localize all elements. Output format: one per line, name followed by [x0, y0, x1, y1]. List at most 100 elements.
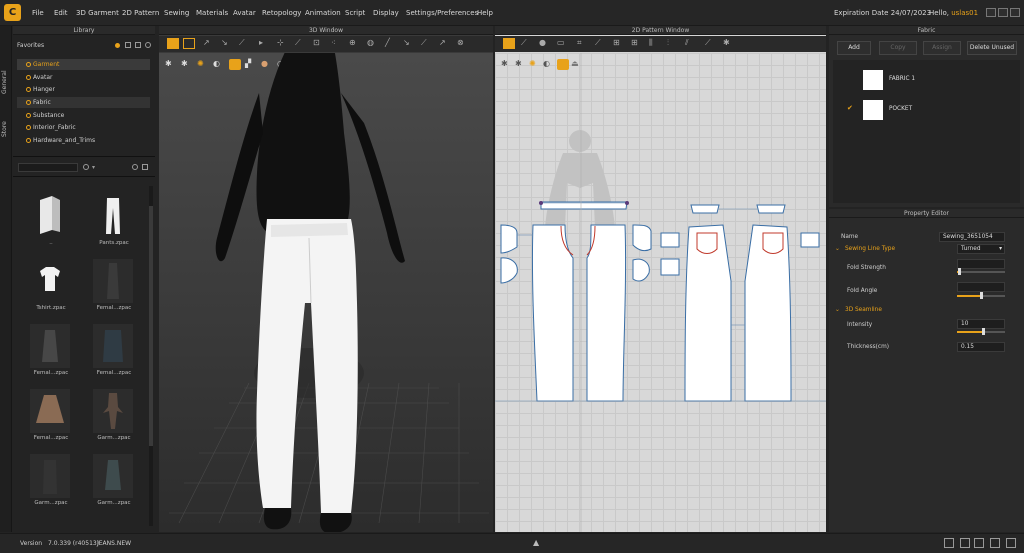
- menu-display[interactable]: Display: [373, 0, 399, 26]
- library-item-substance[interactable]: Substance: [17, 110, 150, 121]
- seam-icon[interactable]: ◍: [367, 38, 379, 49]
- library-item-fabric[interactable]: Fabric: [17, 97, 150, 108]
- library-item-hardware[interactable]: Hardware_and_Trims: [17, 135, 150, 146]
- tab-general[interactable]: General: [1, 62, 11, 102]
- polygon-icon[interactable]: ⌗: [577, 38, 589, 49]
- avatar-measure-icon[interactable]: ⊕: [349, 38, 361, 49]
- thumb-parent-folder[interactable]: ..: [25, 194, 77, 256]
- select-mesh-icon[interactable]: [167, 38, 179, 49]
- layout-fit-icon[interactable]: [1006, 538, 1016, 548]
- brush-icon[interactable]: ⟋: [239, 38, 251, 49]
- menu-retopology[interactable]: Retopology: [262, 0, 301, 26]
- menu-help[interactable]: Help: [477, 0, 493, 26]
- menu-3d-garment[interactable]: 3D Garment: [76, 0, 119, 26]
- fold-icon[interactable]: ▸: [259, 38, 271, 49]
- edit-pattern-icon[interactable]: [503, 38, 515, 49]
- export-icon[interactable]: [125, 42, 131, 48]
- circle-icon[interactable]: ●: [539, 38, 551, 49]
- thumb-garment-2[interactable]: Garm...zpac: [25, 454, 77, 516]
- 3d-window[interactable]: 3D Window ↗ ↘ ⟋ ▸ ⊹ ⟋ ⊡ ⁖ ⊕ ◍ ╱ ↘ ⟋ ↗ ⊗ …: [159, 26, 493, 532]
- free-sewing-icon[interactable]: ⊞: [631, 38, 643, 49]
- zipper-icon[interactable]: ↗: [439, 38, 451, 49]
- chevron-down-icon[interactable]: ⌄: [835, 242, 840, 256]
- chevron-up-icon[interactable]: ▲: [533, 538, 539, 547]
- add-folder-icon[interactable]: [135, 42, 141, 48]
- 3d-viewport[interactable]: ✱ ✱ ✺ ◐ ▞ ● ◑ ⏏: [159, 53, 493, 532]
- menu-settings[interactable]: Settings/Preferences: [406, 0, 478, 26]
- slider-knob[interactable]: [958, 268, 962, 275]
- thumb-female-2[interactable]: Femal...zpac: [25, 324, 77, 386]
- menu-animation[interactable]: Animation: [305, 0, 341, 26]
- thumb-female-3[interactable]: Femal...zpac: [88, 324, 140, 386]
- close-window-button[interactable]: [1010, 8, 1020, 17]
- menu-2d-pattern[interactable]: 2D Pattern: [122, 0, 159, 26]
- minimize-button[interactable]: [986, 8, 996, 17]
- tab-store[interactable]: Store: [1, 114, 11, 144]
- segment-sewing-icon[interactable]: ⊞: [613, 38, 625, 49]
- thumb-female-4[interactable]: Femal...zpac: [25, 389, 77, 451]
- refresh-icon[interactable]: [132, 164, 138, 170]
- menu-script[interactable]: Script: [345, 0, 365, 26]
- layout-3d-icon[interactable]: [974, 538, 984, 548]
- fold-strength-input[interactable]: [957, 259, 1005, 269]
- chevron-down-icon[interactable]: ▾: [92, 164, 95, 171]
- menu-edit[interactable]: Edit: [54, 0, 68, 26]
- thumb-tshirt[interactable]: Tshirt.zpac: [25, 259, 77, 321]
- slider-knob[interactable]: [980, 292, 983, 299]
- layout-2d-icon[interactable]: [990, 538, 1000, 548]
- delete-unused-button[interactable]: Delete Unused: [967, 41, 1017, 55]
- menu-materials[interactable]: Materials: [196, 0, 228, 26]
- menu-avatar[interactable]: Avatar: [233, 0, 256, 26]
- name-input[interactable]: Sewing_3651054: [939, 232, 1005, 242]
- sewing-line-type-select[interactable]: Turned ▾: [957, 244, 1005, 254]
- line-icon[interactable]: ╱: [385, 38, 397, 49]
- library-item-avatar[interactable]: Avatar: [17, 72, 150, 83]
- slider-knob[interactable]: [982, 328, 986, 335]
- library-scrollbar[interactable]: [149, 186, 153, 526]
- add-fabric-button[interactable]: Add: [837, 41, 871, 55]
- library-item-interior-fabric[interactable]: Interior_Fabric: [17, 122, 150, 133]
- fabric-item-fabric-1[interactable]: FABRIC 1: [833, 66, 1020, 92]
- thickness-input[interactable]: 0.15: [957, 342, 1005, 352]
- curve-icon[interactable]: ⟋: [595, 38, 607, 49]
- fabric-item-pocket[interactable]: ✔ POCKET: [833, 96, 1020, 122]
- fold-angle-slider[interactable]: [957, 292, 1005, 299]
- library-item-hanger[interactable]: Hanger: [17, 84, 150, 95]
- thumb-garment-3[interactable]: Garm...zpac: [88, 454, 140, 516]
- library-search-input[interactable]: [18, 163, 78, 172]
- library-item-garment[interactable]: Garment: [17, 59, 150, 70]
- ruler-icon[interactable]: ↘: [403, 38, 415, 49]
- maximize-button[interactable]: [998, 8, 1008, 17]
- points-icon[interactable]: ⁖: [331, 38, 343, 49]
- thumb-garment-1[interactable]: Garm...zpac: [88, 389, 140, 451]
- refresh-icon[interactable]: [145, 42, 151, 48]
- menu-file[interactable]: File: [32, 0, 44, 26]
- favorite-star-icon[interactable]: [115, 43, 120, 48]
- button-tool-icon[interactable]: ⊗: [457, 38, 469, 49]
- menu-sewing[interactable]: Sewing: [164, 0, 189, 26]
- pleat-icon[interactable]: ⫼: [649, 38, 661, 49]
- arrange-icon[interactable]: ⊡: [313, 38, 325, 49]
- thumb-pants[interactable]: Pants.zpac: [88, 194, 140, 256]
- layout-split-icon[interactable]: [960, 538, 970, 548]
- draw-icon[interactable]: ⟋: [421, 38, 433, 49]
- tack-icon[interactable]: ⊹: [277, 38, 289, 49]
- measure-icon[interactable]: ⟋: [295, 38, 307, 49]
- transform-icon[interactable]: ↗: [203, 38, 215, 49]
- intensity-slider[interactable]: [957, 328, 1005, 335]
- assign-fabric-button[interactable]: Assign: [923, 41, 961, 55]
- tuck-icon[interactable]: ⫶: [667, 38, 679, 49]
- copy-fabric-button[interactable]: Copy: [879, 41, 917, 55]
- garment-fit-icon[interactable]: ✱: [723, 38, 735, 49]
- fold-angle-input[interactable]: [957, 282, 1005, 292]
- pin-icon[interactable]: ↘: [221, 38, 233, 49]
- layout-single-icon[interactable]: [944, 538, 954, 548]
- user-name[interactable]: uslas01: [951, 9, 978, 17]
- edit-point-icon[interactable]: ⟋: [521, 38, 533, 49]
- 2d-pattern-window[interactable]: 2D Pattern Window ⟋ ● ▭ ⌗ ⟋ ⊞ ⊞ ⫼ ⫶ ⫽ ⟋ …: [495, 26, 826, 532]
- search-icon[interactable]: [83, 164, 89, 170]
- fold-strength-slider[interactable]: [957, 268, 1005, 275]
- scrollbar-thumb[interactable]: [149, 206, 153, 446]
- chevron-down-icon[interactable]: ⌄: [835, 303, 840, 317]
- move-icon[interactable]: [183, 38, 195, 49]
